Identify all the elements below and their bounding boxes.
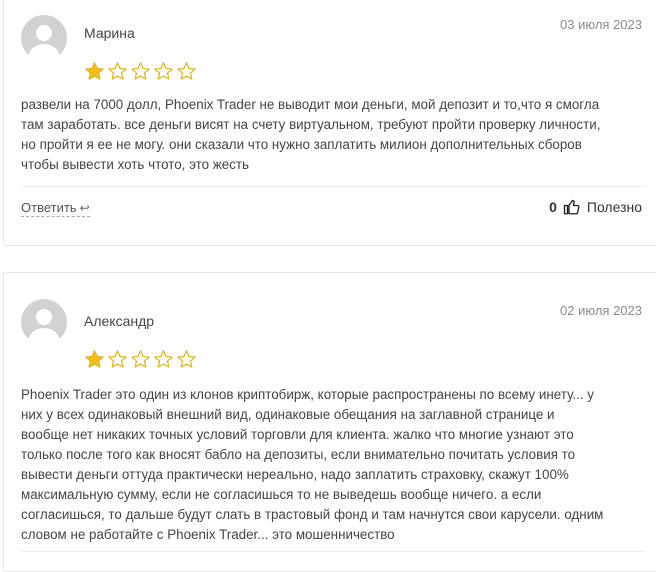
reply-label: Ответить bbox=[21, 200, 77, 215]
review-text-line: словом не работайте с Phoenix Trader... … bbox=[21, 527, 395, 542]
star-empty-icon bbox=[131, 350, 150, 368]
star-filled-icon bbox=[85, 350, 104, 368]
reviewer-name: Марина bbox=[84, 25, 135, 41]
review-text-line: развели на 7000 долл, Phoenix Trader не … bbox=[21, 97, 600, 112]
reviewer-name: Александр bbox=[84, 313, 155, 329]
review-date: 02 июля 2023 bbox=[560, 303, 642, 318]
star-empty-icon bbox=[177, 62, 196, 80]
star-filled-icon bbox=[85, 62, 104, 80]
review-date: 03 июля 2023 bbox=[560, 17, 642, 32]
review-text: Phoenix Trader это один из клонов крипто… bbox=[21, 385, 643, 545]
star-empty-icon bbox=[154, 350, 173, 368]
review-text-line: них у всех одинаковый внешний вид, одина… bbox=[21, 407, 555, 422]
review-text-line: Phoenix Trader это один из клонов крипто… bbox=[21, 387, 594, 402]
review-text-line: чтобы вывести хоть чтото, это жесть bbox=[21, 157, 250, 172]
review-card: Александр 02 июля 2023 Phoenix Trader эт… bbox=[3, 272, 656, 572]
review-text-line: максимальную сумму, если не согласишься … bbox=[21, 487, 542, 502]
review-text-line: только после того как вносят бабло на де… bbox=[21, 447, 576, 462]
star-empty-icon bbox=[108, 350, 127, 368]
review-text: развели на 7000 долл, Phoenix Trader не … bbox=[21, 95, 643, 175]
reply-arrow-icon: ↩ bbox=[79, 201, 90, 215]
rating-stars bbox=[84, 61, 197, 82]
review-card: Марина 03 июля 2023 развели на 7000 долл… bbox=[3, 0, 656, 246]
star-empty-icon bbox=[108, 62, 127, 80]
star-empty-icon bbox=[177, 350, 196, 368]
helpful-label: Полезно bbox=[586, 199, 642, 215]
user-avatar-icon bbox=[21, 15, 67, 61]
thumbs-up-icon[interactable] bbox=[563, 198, 581, 216]
star-empty-icon bbox=[131, 62, 150, 80]
rating-stars bbox=[84, 349, 197, 370]
review-text-line: вывести деньги оттуда практически нереал… bbox=[21, 467, 569, 482]
star-empty-icon bbox=[154, 62, 173, 80]
review-text-line: там заработать. все деньги висят на счет… bbox=[21, 117, 601, 132]
helpful-count: 0 bbox=[549, 199, 557, 215]
divider bbox=[21, 186, 645, 187]
divider bbox=[21, 551, 645, 552]
reply-button[interactable]: Ответить ↩ bbox=[21, 200, 90, 217]
review-text-line: но пройти я ее не могу. они сказали что … bbox=[21, 137, 582, 152]
review-text-line: согласишься, то дальше будут слать в тра… bbox=[21, 507, 604, 522]
review-text-line: вообще нет никаких точных условий торгов… bbox=[21, 427, 574, 442]
user-avatar-icon bbox=[21, 299, 67, 345]
helpful-control[interactable]: 0 Полезно bbox=[549, 198, 642, 216]
